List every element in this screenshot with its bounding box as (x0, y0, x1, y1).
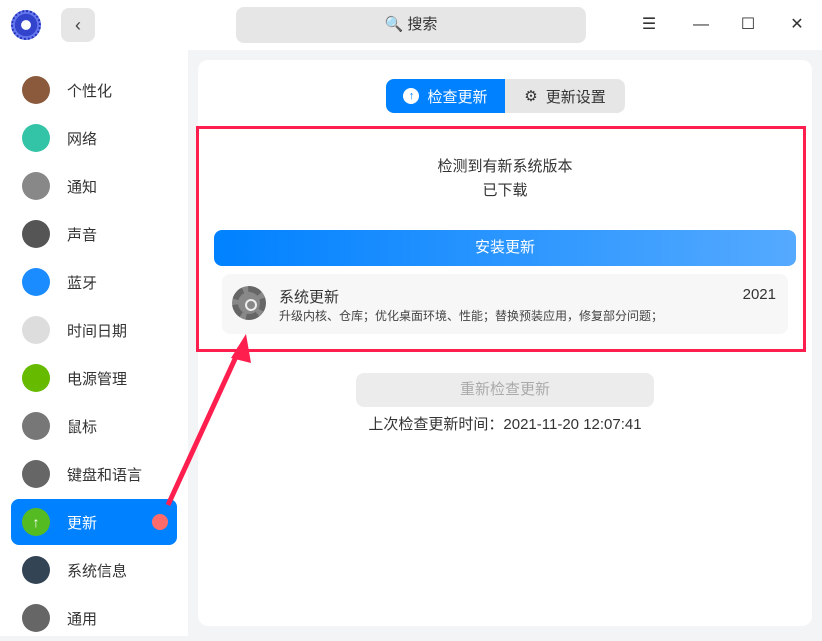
annotation-arrow-icon (0, 0, 822, 636)
